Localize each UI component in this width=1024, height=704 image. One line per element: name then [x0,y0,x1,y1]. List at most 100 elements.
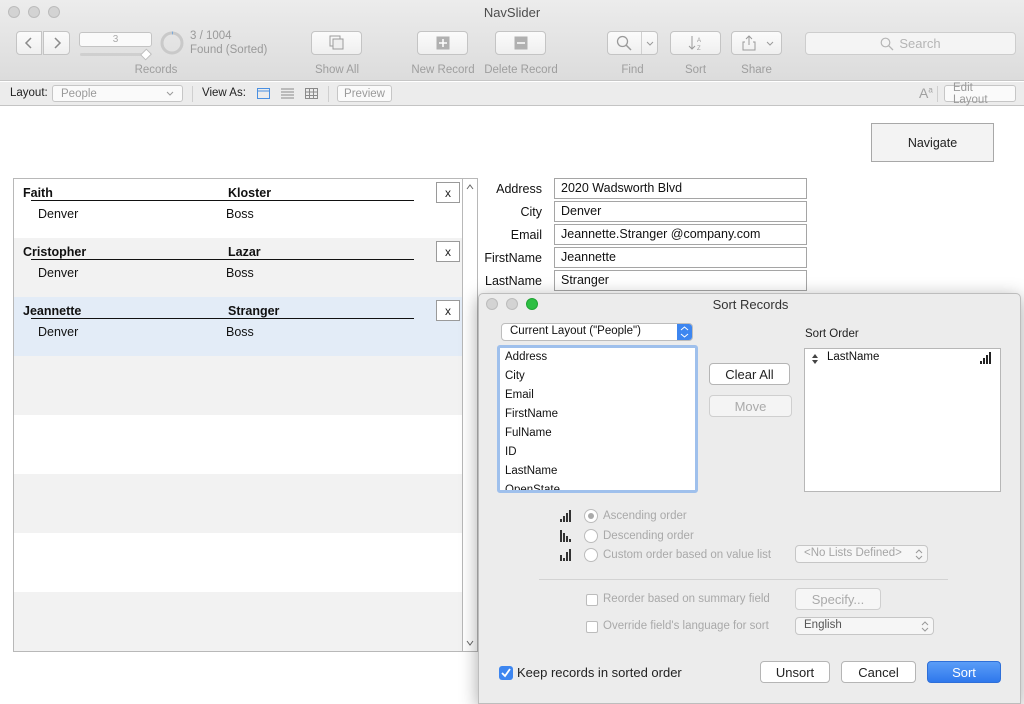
edit-layout-button[interactable]: Edit Layout [944,82,1016,106]
form-view-icon[interactable] [257,88,270,99]
sort-order-label: Sort Order [805,328,859,340]
field-list-item[interactable]: Address [505,351,547,363]
select-arrows-icon [921,621,929,632]
record-slider-thumb[interactable] [139,48,153,61]
sort-order-item[interactable]: LastName [805,351,1000,367]
email-label: Email [510,228,542,242]
portal-empty-row [14,356,462,415]
checkmark-icon [501,668,511,678]
sort-button[interactable]: AZ [670,31,721,55]
value-list-select-value: <No Lists Defined> [804,547,902,559]
firstname-field[interactable]: Jeannette [554,247,807,268]
portal-scrollbar[interactable] [463,178,478,652]
ascending-order-radio[interactable] [584,509,598,523]
portal-row-selected[interactable]: Jeannette Stranger Denver Boss x [14,297,462,356]
lastname-field[interactable]: Stranger [554,270,807,291]
new-record-button[interactable] [417,31,468,55]
sort-az-icon: AZ [688,36,701,51]
chevron-down-icon [766,41,774,46]
override-language-checkbox[interactable] [586,621,598,633]
reorder-summary-label: Reorder based on summary field [603,593,770,605]
address-field[interactable]: 2020 Wadsworth Blvd [554,178,807,199]
city-field[interactable]: Denver [554,201,807,222]
ascending-order-label: Ascending order [603,510,687,522]
field-list-item[interactable]: Email [505,389,534,401]
divider [539,579,948,580]
specify-button[interactable]: Specify... [795,588,881,610]
chevron-right-icon [53,37,61,49]
preview-button[interactable]: Preview [337,85,392,102]
field-list[interactable]: Address City Email FirstName FulName ID … [497,345,698,493]
clear-all-button[interactable]: Clear All [709,363,790,385]
plus-icon [436,36,449,50]
navigate-button[interactable]: Navigate [871,123,994,162]
keep-sorted-checkbox[interactable] [499,666,513,680]
records-label: Records [134,64,178,76]
layout-bar: Layout: People View As: Preview Aa Edit … [0,82,1024,106]
search-input[interactable]: Search [805,32,1016,55]
descending-order-radio[interactable] [584,529,598,543]
table-view-icon[interactable] [305,88,318,99]
select-arrows-icon [915,549,923,560]
reorder-summary-checkbox[interactable] [586,594,598,606]
keep-sorted-label: Keep records in sorted order [517,665,682,680]
custom-order-radio[interactable] [584,548,598,562]
dialog-close-button[interactable] [486,298,498,310]
cancel-button[interactable]: Cancel [841,661,916,683]
show-all-button[interactable] [311,31,362,55]
chevron-down-icon [646,41,654,46]
text-format-icon[interactable]: Aa [919,85,933,101]
delete-row-button[interactable]: x [436,300,460,321]
field-list-item[interactable]: ID [505,446,517,458]
sort-order-list[interactable]: LastName [804,348,1001,492]
portal-empty-row [14,474,462,533]
portal-empty-row [14,415,462,474]
people-portal: Faith Kloster Denver Boss x Cristopher L… [13,178,463,652]
unsort-button[interactable]: Unsort [760,661,830,683]
table-select-value: Current Layout ("People") [510,325,641,337]
delete-record-button[interactable] [495,31,546,55]
reorder-handle-icon [812,354,818,364]
record-number-field[interactable]: 3 [79,32,152,47]
window-toolbar: NavSlider 3 3 / 1004 Found (Sorted) Reco… [0,0,1024,81]
portal-last-name: Kloster [228,186,272,200]
portal-title: Boss [226,266,254,280]
field-list-item[interactable]: OpenState [505,484,560,490]
previous-record-button[interactable] [16,31,42,55]
field-list-item[interactable]: FirstName [505,408,558,420]
find-button[interactable] [607,31,658,55]
email-field[interactable]: Jeannette.Stranger @company.com [554,224,807,245]
custom-order-icon [560,549,571,561]
share-button[interactable] [731,31,782,55]
delete-row-button[interactable]: x [436,182,460,203]
portal-row[interactable]: Cristopher Lazar Denver Boss x [14,238,462,297]
dialog-minimize-button[interactable] [506,298,518,310]
field-list-item[interactable]: FulName [505,427,552,439]
found-status: Found (Sorted) [190,44,268,56]
value-list-select[interactable]: <No Lists Defined> [795,545,928,563]
find-label: Find [621,64,644,76]
dialog-zoom-button[interactable] [526,298,538,310]
record-count: 3 / 1004 [190,30,232,42]
sort-order-field: LastName [827,351,880,363]
portal-title: Boss [226,325,254,339]
show-all-icon [329,35,343,50]
minus-icon [514,36,527,50]
next-record-button[interactable] [43,31,70,55]
sort-records-dialog: Sort Records Current Layout ("People") A… [478,293,1021,704]
field-list-item[interactable]: City [505,370,525,382]
list-view-icon[interactable] [281,88,294,99]
custom-order-label: Custom order based on value list [603,549,772,561]
language-select[interactable]: English [795,617,934,635]
field-list-item[interactable]: LastName [505,465,557,477]
table-select[interactable]: Current Layout ("People") [501,323,693,341]
layout-select[interactable]: People [52,85,183,102]
portal-row[interactable]: Faith Kloster Denver Boss x [14,179,462,238]
delete-row-button[interactable]: x [436,241,460,262]
search-placeholder: Search [899,36,941,51]
sort-button[interactable]: Sort [927,661,1001,683]
select-arrows-icon [677,324,692,340]
dialog-title: Sort Records [712,297,789,312]
move-button[interactable]: Move [709,395,792,417]
descending-order-icon [560,530,571,542]
